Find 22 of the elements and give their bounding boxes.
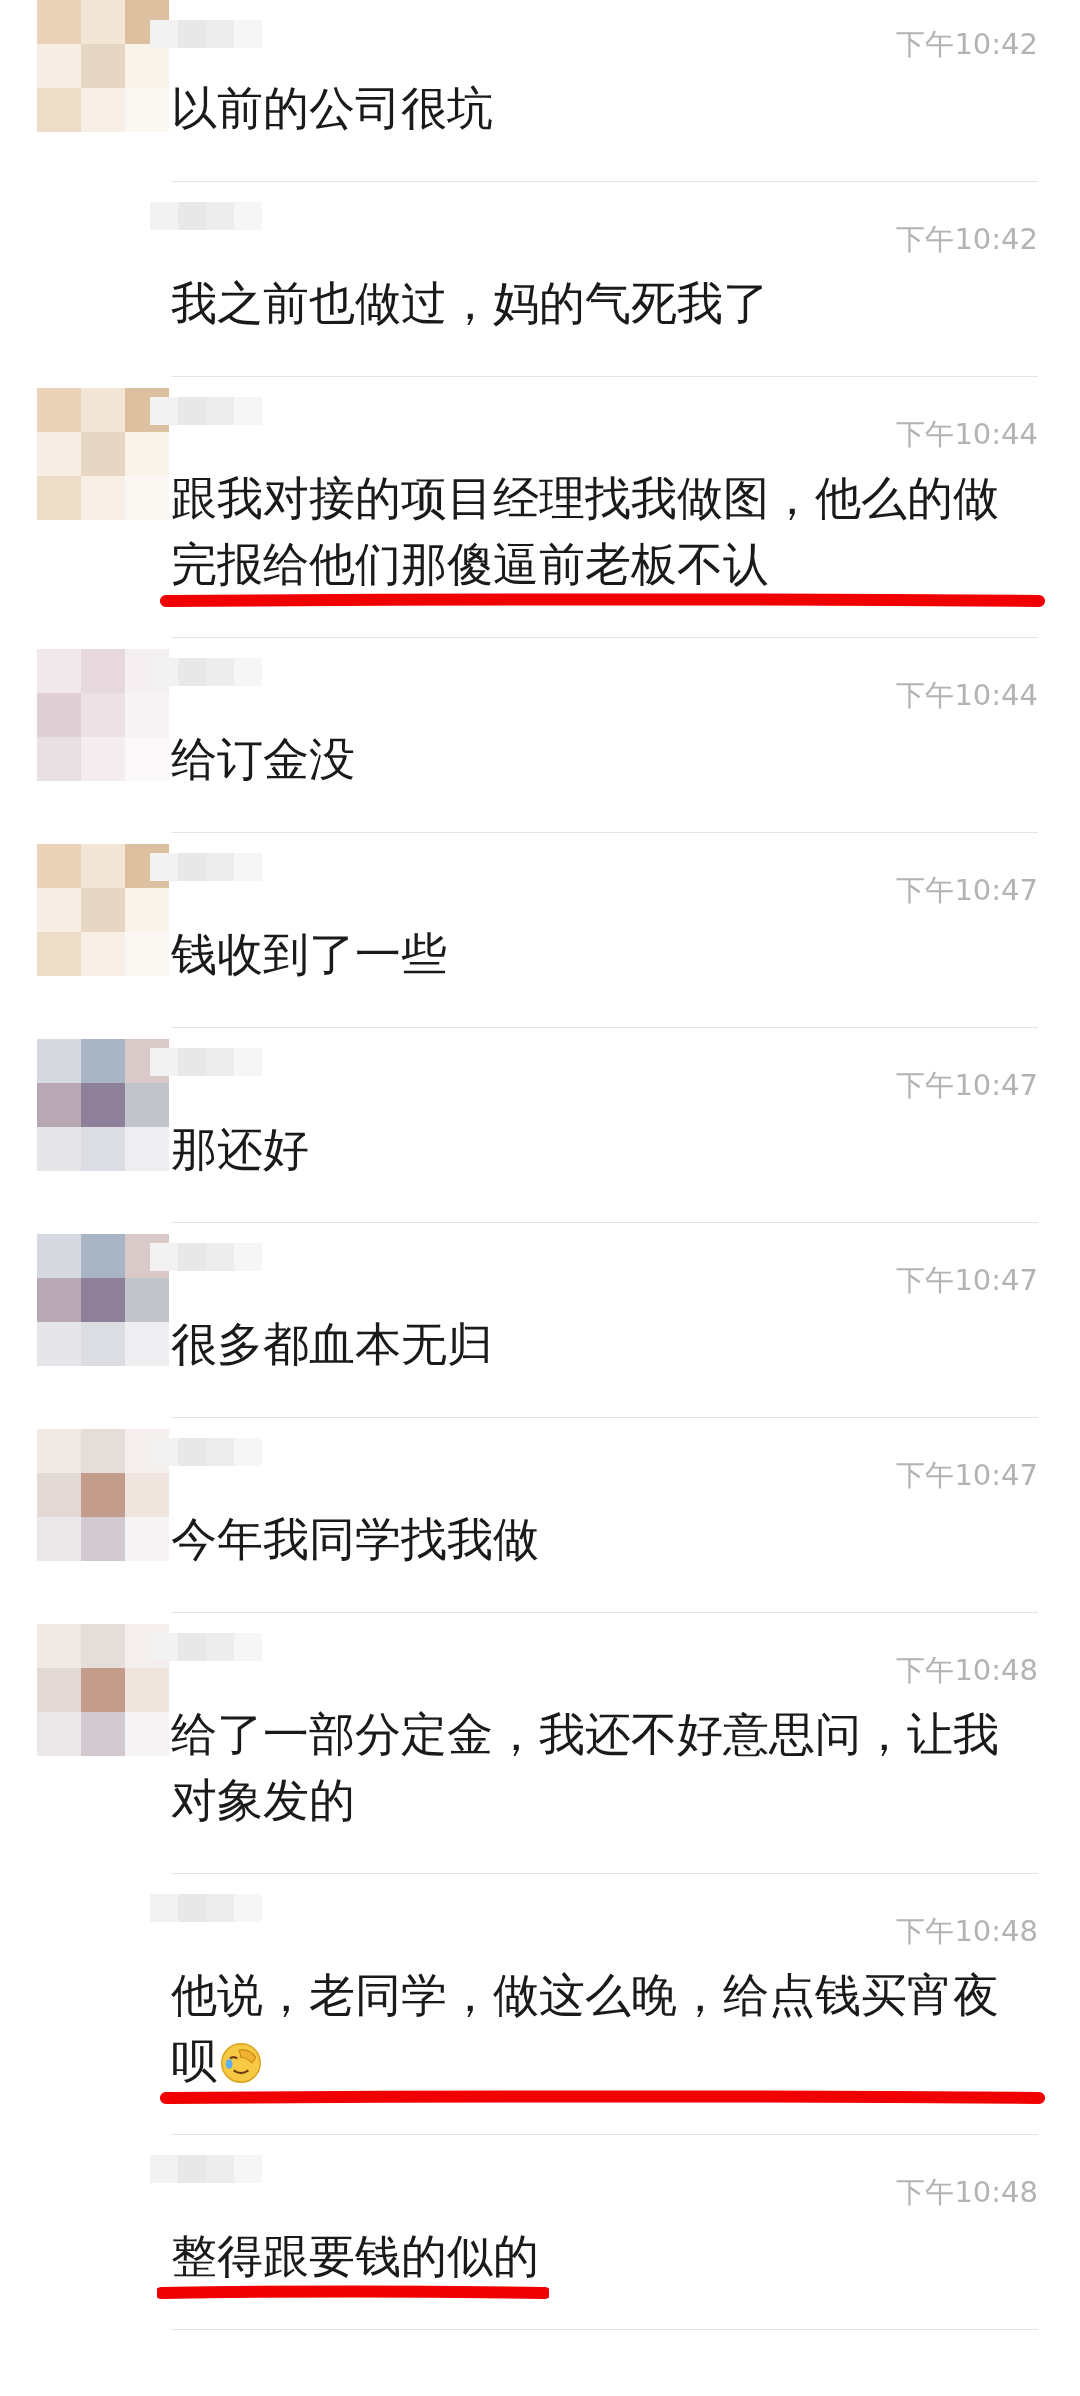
message-time: 下午10:48	[896, 1652, 1038, 1689]
message-text: 跟我对接的项目经理找我做图，他么的做完报给他们那傻逼前老板不认	[171, 471, 999, 591]
message-time: 下午10:48	[896, 1913, 1038, 1950]
message-time: 下午10:47	[896, 872, 1038, 909]
message-text: 整得跟要钱的似的	[171, 2229, 539, 2283]
message-text: 我之前也做过，妈的气死我了	[171, 276, 769, 330]
message-text: 钱收到了一些	[171, 927, 447, 981]
message-time: 下午10:42	[896, 221, 1038, 258]
message-time: 下午10:47	[896, 1262, 1038, 1299]
message-text: 他说，老同学，做这么晚，给点钱买宵夜呗	[171, 1968, 999, 2088]
message-text: 很多都血本无归	[171, 1317, 493, 1371]
message-time: 下午10:47	[896, 1457, 1038, 1494]
message-text: 今年我同学找我做	[171, 1512, 539, 1566]
message-time: 下午10:48	[896, 2174, 1038, 2211]
message-time: 下午10:47	[896, 1067, 1038, 1104]
message-time: 下午10:44	[896, 677, 1038, 714]
message-text: 那还好	[171, 1122, 309, 1176]
message-text: 以前的公司很坑	[171, 81, 493, 135]
message-time: 下午10:44	[896, 416, 1038, 453]
message-time: 下午10:42	[896, 26, 1038, 63]
message-text: 给了一部分定金，我还不好意思问，让我对象发的	[171, 1707, 999, 1827]
message-text: 给订金没	[171, 732, 355, 786]
